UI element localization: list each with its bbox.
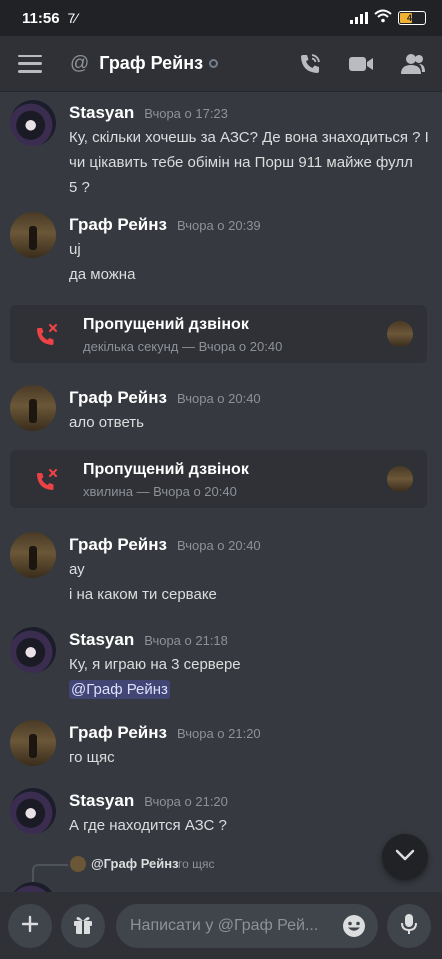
status-time: 11:56 xyxy=(22,9,60,27)
author-name[interactable]: Stasyan xyxy=(69,630,134,650)
caller-avatar xyxy=(387,321,413,347)
chevron-down-icon xyxy=(395,848,415,866)
channel-header: @ Граф Рейнз xyxy=(0,36,442,92)
avatar[interactable] xyxy=(10,385,56,431)
jump-to-bottom-button[interactable] xyxy=(382,834,428,880)
message-time: Вчора о 20:39 xyxy=(176,218,261,233)
user-mention[interactable]: @Граф Рейнз xyxy=(69,680,170,699)
missed-call-card[interactable]: Пропущений дзвінок хвилина — Вчора о 20:… xyxy=(10,450,427,508)
message-text: А где находится АЗС ? xyxy=(69,817,227,834)
message-text: чи цікавить тебе обімін на Порш 911 майж… xyxy=(69,154,413,171)
battery-level: 47 xyxy=(406,13,417,23)
reply-connector xyxy=(32,864,68,882)
app-indicator: 7⁄ xyxy=(67,10,78,26)
message-text: 5 ? xyxy=(69,179,90,196)
message-input-placeholder: Написати у @Граф Рей... xyxy=(130,917,319,934)
message-input[interactable]: Написати у @Граф Рей... xyxy=(116,904,378,948)
signal-icon xyxy=(350,12,368,24)
message-text: Ку, скільки хочешь за АЗС? Де вона знахо… xyxy=(69,129,429,146)
caller-avatar xyxy=(387,466,413,492)
message-item[interactable]: Stasyan Вчора о 17:23 Ку, скільки хочешь… xyxy=(0,100,442,200)
message-time: Вчора о 20:40 xyxy=(176,538,261,553)
author-name[interactable]: Stasyan xyxy=(69,791,134,811)
message-text: да можна xyxy=(69,266,136,283)
at-icon: @ xyxy=(70,52,90,74)
avatar[interactable] xyxy=(10,212,56,258)
call-subtitle: хвилина — Вчора о 20:40 xyxy=(83,484,237,499)
avatar[interactable] xyxy=(10,788,56,834)
message-item[interactable]: Граф Рейнз Вчора о 20:40 ау і на каком т… xyxy=(0,532,442,603)
author-name[interactable]: Граф Рейнз xyxy=(69,723,167,743)
message-item[interactable]: Stasyan Вчора о 21:20 А где находится АЗ… xyxy=(0,788,442,838)
message-item[interactable]: Граф Рейнз Вчора о 20:40 ало ответь xyxy=(0,385,442,435)
gift-icon xyxy=(72,913,94,940)
plus-icon xyxy=(21,915,39,938)
voice-message-button[interactable] xyxy=(387,904,431,948)
avatar[interactable] xyxy=(10,882,56,892)
reply-preview[interactable]: @Граф Рейнз го щяс xyxy=(0,852,442,892)
message-time: Вчора о 21:18 xyxy=(144,633,228,648)
avatar[interactable] xyxy=(10,100,56,146)
call-subtitle: декілька секунд — Вчора о 20:40 xyxy=(83,339,283,354)
avatar[interactable] xyxy=(10,532,56,578)
voice-call-icon[interactable] xyxy=(298,52,322,76)
gift-button[interactable] xyxy=(61,904,105,948)
missed-call-card[interactable]: Пропущений дзвінок декілька секунд — Вчо… xyxy=(10,305,427,363)
add-attachment-button[interactable] xyxy=(8,904,52,948)
members-icon[interactable] xyxy=(400,53,426,75)
message-time: Вчора о 21:20 xyxy=(144,794,228,809)
status-bar: 11:56 7⁄ 47 xyxy=(0,0,442,36)
message-item[interactable]: Граф Рейнз Вчора о 21:20 го щяс xyxy=(0,720,442,770)
message-time: Вчора о 21:20 xyxy=(176,726,261,741)
message-item[interactable]: Stasyan Вчора о 21:18 Ку, я играю на 3 с… xyxy=(0,627,442,699)
call-title: Пропущений дзвінок xyxy=(83,316,249,333)
message-text: Ку, я играю на 3 сервере xyxy=(69,656,241,673)
message-text: го щяс xyxy=(69,749,115,766)
reply-text: го щяс xyxy=(178,857,215,871)
author-name[interactable]: Граф Рейнз xyxy=(69,388,167,408)
page-title: Граф Рейнз xyxy=(99,53,204,73)
message-text: uj xyxy=(69,241,81,258)
reply-avatar xyxy=(70,856,86,872)
author-name[interactable]: Граф Рейнз xyxy=(69,215,167,235)
call-title: Пропущений дзвінок xyxy=(83,461,249,478)
author-name[interactable]: Граф Рейнз xyxy=(69,535,167,555)
message-text: ау xyxy=(69,561,85,578)
emoji-icon[interactable] xyxy=(342,914,366,943)
message-time: Вчора о 20:40 xyxy=(176,391,261,406)
message-time: Вчора о 17:23 xyxy=(144,106,228,121)
missed-call-icon xyxy=(34,322,60,353)
message-mention-line: @Граф Рейнз xyxy=(69,680,170,699)
message-list[interactable]: Stasyan Вчора о 17:23 Ку, скільки хочешь… xyxy=(0,92,442,892)
hamburger-icon[interactable] xyxy=(18,54,42,73)
author-name[interactable]: Stasyan xyxy=(69,103,134,123)
message-text: ало ответь xyxy=(69,414,144,431)
reply-author[interactable]: @Граф Рейнз xyxy=(91,856,179,871)
message-item[interactable]: Граф Рейнз Вчора о 20:39 uj да можна xyxy=(0,212,442,283)
missed-call-icon xyxy=(34,467,60,498)
offline-status-icon xyxy=(209,59,219,68)
avatar[interactable] xyxy=(10,720,56,766)
battery-icon: 47 xyxy=(398,11,426,25)
avatar[interactable] xyxy=(10,627,56,673)
composer-bar: Написати у @Граф Рей... xyxy=(0,892,442,959)
video-call-icon[interactable] xyxy=(348,54,374,74)
wifi-icon xyxy=(374,9,392,28)
microphone-icon xyxy=(400,913,418,940)
message-text: і на каком ти серваке xyxy=(69,586,217,603)
